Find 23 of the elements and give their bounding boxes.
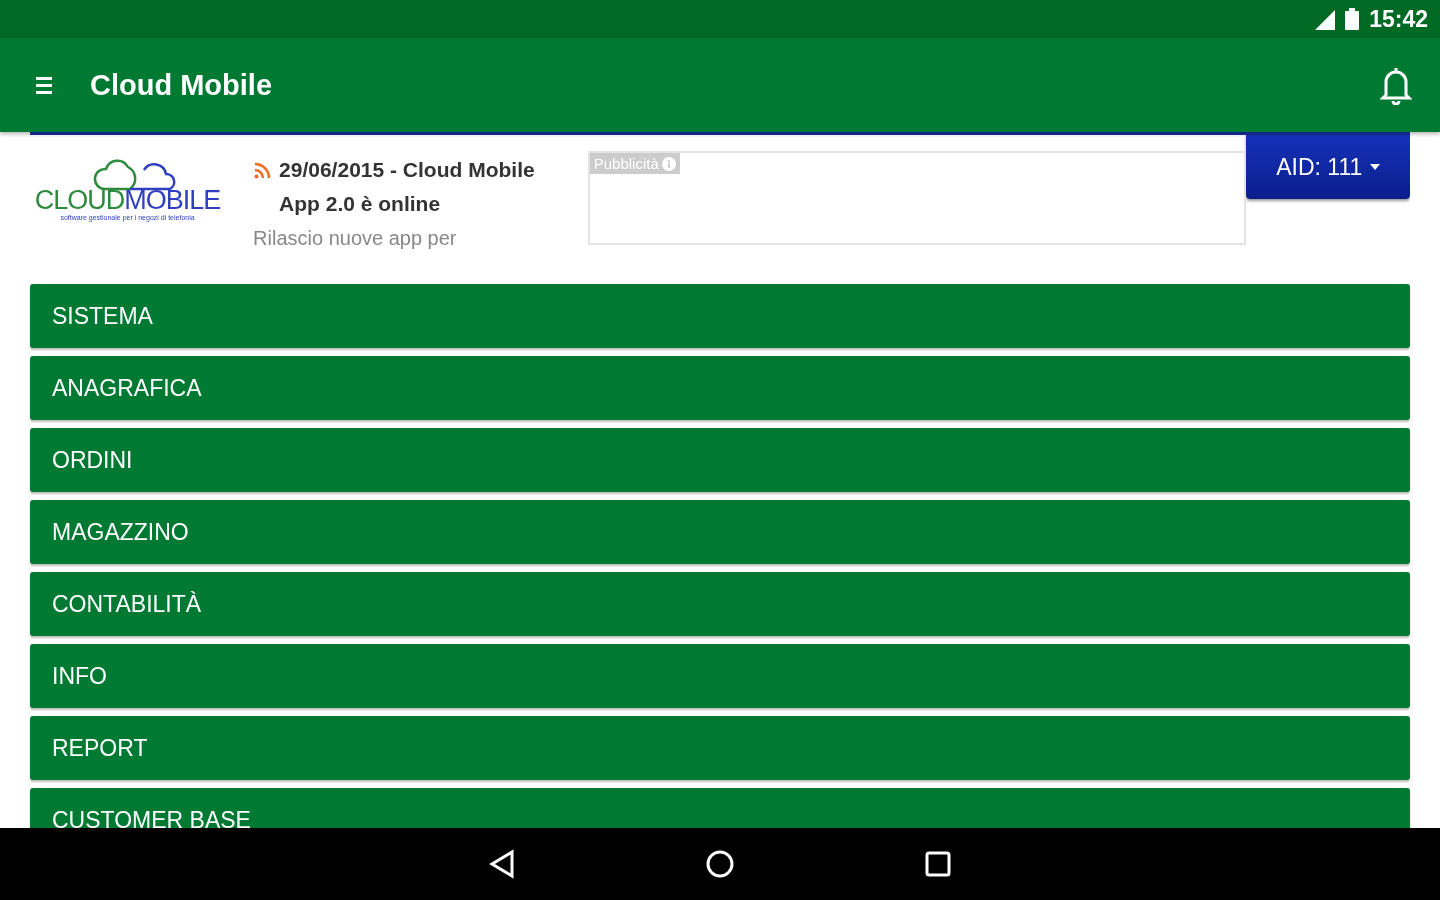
menu-item[interactable]: INFO bbox=[30, 644, 1410, 708]
bell-icon[interactable] bbox=[1378, 65, 1414, 105]
battery-icon bbox=[1345, 8, 1360, 30]
account-dropdown[interactable]: AID: 111 bbox=[1246, 135, 1410, 199]
news-summary: Rilascio nuove app per bbox=[253, 227, 458, 250]
menu-item[interactable]: CONTABILITÀ bbox=[30, 572, 1410, 636]
clock-time: 15:42 bbox=[1369, 5, 1428, 33]
menu-item[interactable]: SISTEMA bbox=[30, 284, 1410, 348]
home-icon[interactable] bbox=[705, 849, 735, 879]
menu-icon[interactable] bbox=[34, 75, 54, 95]
logo-text: CLOUDMOBILE bbox=[34, 187, 221, 214]
news-title[interactable]: 29/06/2015 - Cloud Mobile App 2.0 è online bbox=[279, 153, 562, 221]
signal-icon bbox=[1313, 8, 1336, 30]
menu-item[interactable]: ORDINI bbox=[30, 428, 1410, 492]
menu-item[interactable]: REPORT bbox=[30, 716, 1410, 780]
back-icon[interactable] bbox=[489, 849, 515, 879]
menu-item[interactable]: ANAGRAFICA bbox=[30, 356, 1410, 420]
caret-icon bbox=[1370, 164, 1381, 170]
menu-item[interactable]: CUSTOMER BASE bbox=[30, 788, 1410, 828]
info-icon bbox=[661, 156, 676, 171]
recents-icon[interactable] bbox=[925, 851, 951, 877]
menu-item[interactable]: MAGAZZINO bbox=[30, 500, 1410, 564]
app-title: Cloud Mobile bbox=[90, 68, 274, 102]
